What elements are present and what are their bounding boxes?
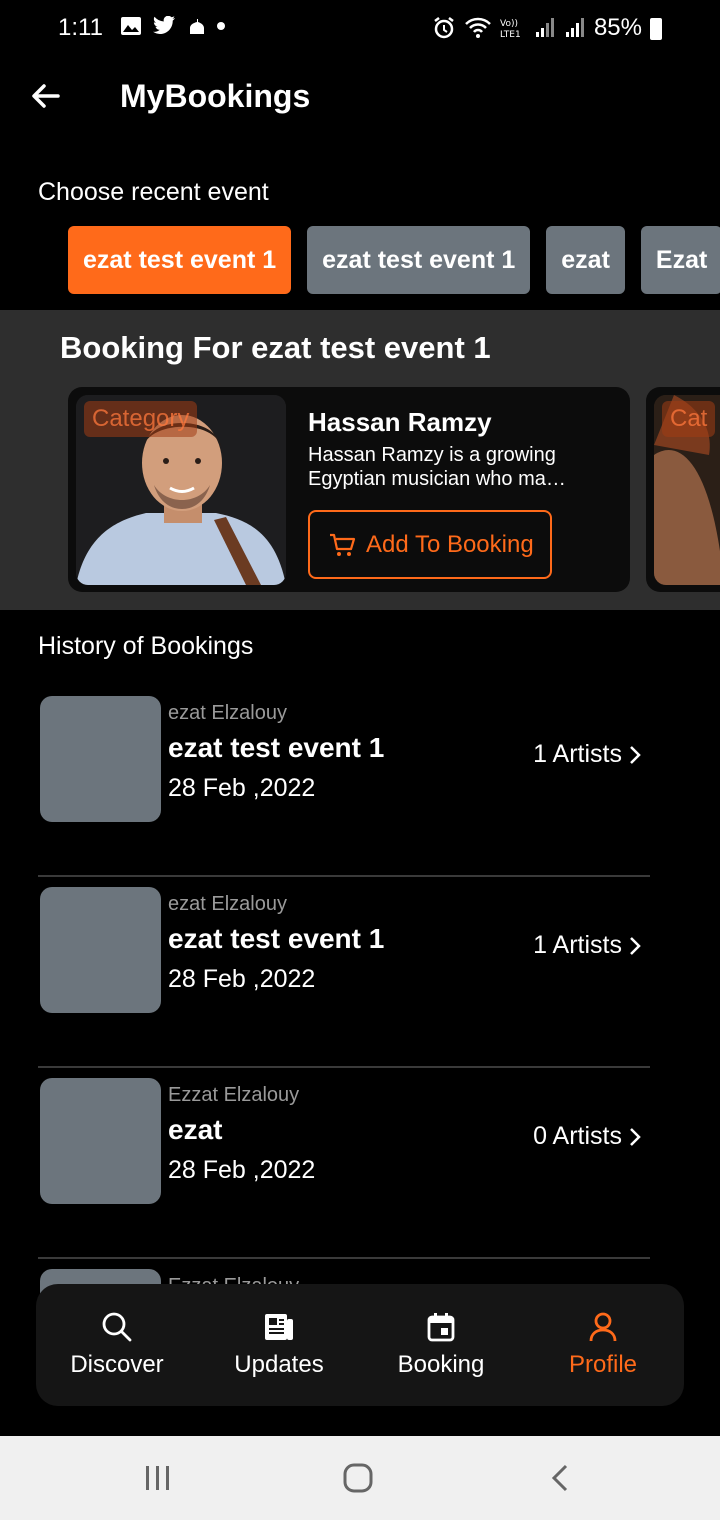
nav-label: Updates (234, 1351, 324, 1378)
status-notification-icons (120, 16, 226, 36)
status-time: 1:11 (58, 14, 103, 41)
choose-event-label: Choose recent event (38, 178, 269, 206)
event-name: ezat test event 1 (168, 923, 385, 954)
artist-photo: Cat (654, 395, 720, 585)
add-to-booking-button[interactable]: Add To Booking (308, 510, 552, 579)
organizer-name: ezat Elzalouy (168, 893, 287, 915)
calendar-icon (427, 1313, 455, 1342)
history-label: History of Bookings (38, 632, 254, 660)
event-date: 28 Feb ,2022 (168, 774, 316, 802)
page-title: MyBookings (120, 78, 311, 114)
event-chip[interactable]: ezat test event 1 (307, 226, 531, 294)
booking-title: Booking For ezat test event 1 (60, 330, 491, 365)
booking-section: Booking For ezat test event 1 Category H… (0, 310, 720, 610)
recent-apps-icon[interactable] (144, 1462, 172, 1494)
battery-percent: 85% (593, 14, 642, 41)
nav-discover[interactable]: Discover (36, 1284, 198, 1406)
app-header: MyBookings (0, 58, 720, 138)
artist-card[interactable]: Category Hassan Ramzy Hassan Ramzy is a … (68, 387, 630, 592)
event-thumbnail (40, 696, 161, 822)
event-date: 28 Feb ,2022 (168, 1156, 316, 1184)
gallery-icon (121, 17, 141, 35)
volte-icon: Vo))LTE1 (500, 19, 521, 39)
event-chip[interactable]: Ezat (640, 226, 720, 294)
artist-description: Hassan Ramzy is a growing Egyptian music… (308, 444, 566, 490)
wifi-icon (465, 17, 491, 38)
nav-booking[interactable]: Booking (360, 1284, 522, 1406)
artists-count-link[interactable]: 1 Artists (533, 740, 642, 769)
artists-count-link[interactable]: 1 Artists (533, 931, 642, 960)
dot-icon (217, 22, 225, 30)
nav-updates[interactable]: Updates (198, 1284, 360, 1406)
artist-photo: Category (76, 395, 286, 585)
system-nav-bar (0, 1436, 720, 1520)
event-thumbnail (40, 1078, 161, 1204)
bottom-nav: Discover Updates Booking Profile (36, 1284, 684, 1406)
svg-text:LTE1: LTE1 (500, 30, 521, 39)
mosque-icon (188, 19, 204, 34)
system-back-icon[interactable] (548, 1462, 572, 1494)
status-bar: 1:11 Vo)) LTE1 85% (0, 0, 720, 58)
svg-text:Vo)): Vo)) (500, 19, 518, 29)
event-date: 28 Feb ,2022 (168, 965, 316, 993)
artists-count: 1 Artists (533, 740, 622, 768)
nav-label: Discover (70, 1351, 164, 1378)
search-icon (102, 1312, 132, 1342)
signal-icon (535, 18, 554, 37)
artists-count: 0 Artists (533, 1122, 622, 1150)
artist-name: Hassan Ramzy (308, 407, 492, 437)
chevron-right-icon (630, 745, 641, 764)
back-arrow-icon[interactable] (28, 78, 64, 114)
organizer-name: ezat Elzalouy (168, 702, 287, 724)
add-to-booking-label: Add To Booking (366, 530, 534, 558)
event-name: ezat test event 1 (168, 732, 385, 763)
artists-count-link[interactable]: 0 Artists (533, 1122, 642, 1151)
organizer-name: Ezzat Elzalouy (168, 1084, 300, 1106)
recent-event-chips: ezat test event 1 ezat test event 1 ezat… (68, 226, 720, 294)
nav-label: Profile (568, 1351, 638, 1378)
history-row[interactable]: ezat Elzalouy ezat test event 1 28 Feb ,… (38, 686, 650, 877)
person-icon (589, 1312, 617, 1342)
event-thumbnail (40, 887, 161, 1013)
chevron-right-icon (630, 936, 641, 955)
category-badge: Cat (662, 401, 716, 437)
event-chip[interactable]: ezat test event 1 (68, 226, 292, 294)
chevron-right-icon (630, 1127, 641, 1146)
nav-profile[interactable]: Profile (522, 1284, 684, 1406)
category-badge: Category (84, 401, 198, 437)
home-icon[interactable] (342, 1462, 374, 1494)
twitter-icon (153, 16, 175, 34)
event-chip[interactable]: ezat (546, 226, 625, 294)
artist-card[interactable]: Cat (646, 387, 720, 592)
status-system-icons: Vo)) LTE1 85% (432, 14, 664, 42)
cart-icon (330, 533, 356, 556)
history-row[interactable]: Ezzat Elzalouy ezat 28 Feb ,2022 0 Artis… (38, 1068, 650, 1259)
history-row[interactable]: ezat Elzalouy ezat test event 1 28 Feb ,… (38, 877, 650, 1068)
nav-label: Booking (397, 1351, 485, 1378)
battery-icon (650, 18, 662, 40)
newspaper-icon (265, 1314, 293, 1340)
alarm-icon (434, 17, 454, 39)
signal-icon-2 (565, 18, 584, 37)
artists-count: 1 Artists (533, 931, 622, 959)
event-name: ezat (168, 1114, 223, 1145)
